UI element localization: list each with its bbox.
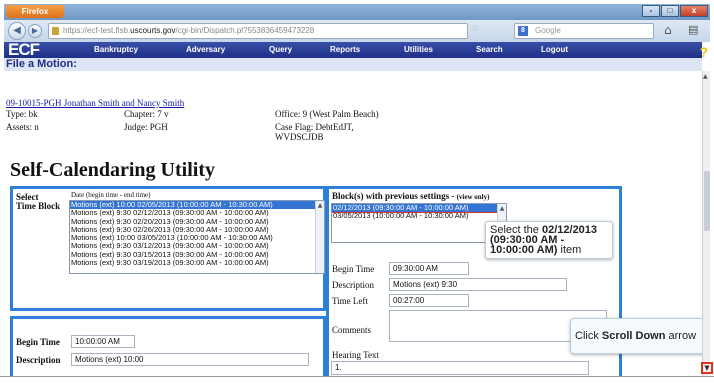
previous-setting-option[interactable]: 03/05/2013 (10:00:00 AM - 10:30:00 AM) — [332, 211, 506, 220]
forward-icon[interactable]: ▶ — [28, 24, 42, 38]
time-block-option[interactable]: Motions (ext) 9:30 03/19/2013 (09:30:00 … — [70, 258, 324, 267]
ecf-logo: ECF — [8, 40, 40, 59]
time-left-field: 00:27:00 — [389, 294, 469, 307]
select-item-callout: Select the 02/12/2013 (09:30:00 AM - 10:… — [485, 221, 613, 259]
previous-settings-list[interactable]: 02/12/2013 (09:30:00 AM - 10:00:00 AM) 0… — [331, 203, 507, 243]
url-path: /cgi-bin/Dispatch.pl?553836459473228 — [175, 26, 315, 35]
google-icon: 8 — [518, 26, 528, 36]
page-scrollbar[interactable] — [702, 71, 710, 376]
close-button[interactable]: x — [680, 5, 708, 17]
right-description-field: Motions (ext) 9:30 — [389, 278, 567, 291]
right-description-label: Description — [332, 280, 374, 290]
case-link[interactable]: 09-10015-PGH Jonathan Smith and Nancy Sm… — [6, 98, 184, 108]
time-block-list[interactable]: Motions (ext) 10:00 02/05/2013 (10:00:00… — [69, 200, 325, 274]
description-field[interactable]: Motions (ext) 10:00 — [71, 353, 309, 366]
begin-time-panel: Begin Time 10:00:00 AM Description Motio… — [10, 316, 326, 376]
url-domain: uscourts.gov — [130, 26, 176, 35]
menu-query[interactable]: Query — [269, 45, 292, 54]
lock-icon — [52, 27, 59, 35]
page-title-bar: File a Motion: — [4, 58, 702, 71]
scroll-up-icon[interactable]: ▲ — [703, 73, 708, 80]
scroll-down-callout: Click Scroll Down arrow — [570, 318, 702, 354]
right-begin-time-label: Begin Time — [332, 264, 375, 274]
right-begin-time-field: 09:30:00 AM — [389, 262, 469, 275]
scrollbar-thumb[interactable] — [704, 171, 710, 231]
bookmark-star-icon[interactable]: ☆ — [470, 23, 479, 34]
ecf-menu-bar: ECF Bankruptcy Adversary Query Reports U… — [4, 40, 708, 60]
case-chapter: Chapter: 7 v — [124, 109, 169, 119]
time-block-label: Time Block — [16, 201, 61, 211]
date-header: Date (begin time - end time) — [71, 191, 151, 199]
home-icon[interactable]: ⌂ — [664, 23, 672, 37]
navigation-toolbar: ◀ ▶ https://ecf-test.flsb.uscourts.gov/c… — [4, 20, 710, 42]
title-bar: Firefox - □ x — [4, 4, 710, 20]
hearing-text-field[interactable]: 1. — [331, 361, 589, 375]
scroll-down-arrow-icon[interactable]: ▼ — [701, 362, 713, 374]
case-judge: Judge: PGH — [124, 122, 168, 132]
search-input[interactable]: 8 Google — [514, 23, 654, 39]
case-flag: Case Flag: DebtEdJT, — [275, 122, 354, 132]
status-bar — [0, 376, 714, 383]
menu-bankruptcy[interactable]: Bankruptcy — [94, 45, 138, 54]
menu-reports[interactable]: Reports — [330, 45, 360, 54]
scroll-callout-bold: Scroll Down — [601, 330, 666, 342]
address-bar[interactable]: https://ecf-test.flsb.uscourts.gov/cgi-b… — [48, 23, 468, 39]
scroll-up-arrow-icon[interactable]: ▲ — [498, 205, 506, 212]
hearing-text-label: Hearing Text — [332, 350, 379, 360]
begin-time-label: Begin Time — [16, 337, 60, 347]
menu-search[interactable]: Search — [476, 45, 503, 54]
search-placeholder: Google — [535, 26, 561, 35]
menu-logout[interactable]: Logout — [541, 45, 568, 54]
description-label: Description — [16, 355, 61, 365]
case-flag-continued: WVDSCJDB — [275, 132, 324, 142]
maximize-button[interactable]: □ — [661, 5, 679, 17]
case-assets: Assets: n — [6, 122, 39, 132]
menu-utilities[interactable]: Utilities — [404, 45, 433, 54]
back-icon[interactable]: ◀ — [8, 22, 26, 40]
time-left-label: Time Left — [332, 296, 368, 306]
menu-adversary[interactable]: Adversary — [186, 45, 225, 54]
utility-heading: Self-Calendaring Utility — [10, 159, 215, 181]
comments-label: Comments — [332, 325, 372, 335]
callout-text-suffix: item — [557, 244, 582, 256]
firefox-menu-button[interactable]: Firefox — [6, 5, 64, 18]
window-controls: - □ x — [642, 5, 708, 17]
scroll-callout-prefix: Click — [575, 330, 602, 342]
minimize-button[interactable]: - — [642, 5, 660, 17]
case-office: Office: 9 (West Palm Beach) — [275, 109, 379, 119]
case-type: Type: bk — [6, 109, 38, 119]
previous-settings-title: Block(s) with previous settings - — [332, 191, 455, 201]
menu-icon[interactable]: ▤ — [688, 23, 698, 36]
previous-settings-header: Block(s) with previous settings - (view … — [332, 191, 489, 201]
scroll-up-arrow-icon[interactable]: ▲ — [316, 202, 324, 209]
list-scrollbar[interactable]: ▲ — [315, 201, 324, 273]
time-block-panel: Select Time Block Date (begin time - end… — [10, 186, 326, 311]
view-only-note: (view only) — [456, 193, 490, 201]
page-title: File a Motion: — [6, 58, 77, 70]
url-prefix: https://ecf-test.flsb. — [63, 26, 131, 35]
main-content: 09-10015-PGH Jonathan Smith and Nancy Sm… — [4, 71, 702, 376]
begin-time-field[interactable]: 10:00:00 AM — [71, 335, 135, 348]
scroll-callout-suffix: arrow — [665, 330, 697, 342]
